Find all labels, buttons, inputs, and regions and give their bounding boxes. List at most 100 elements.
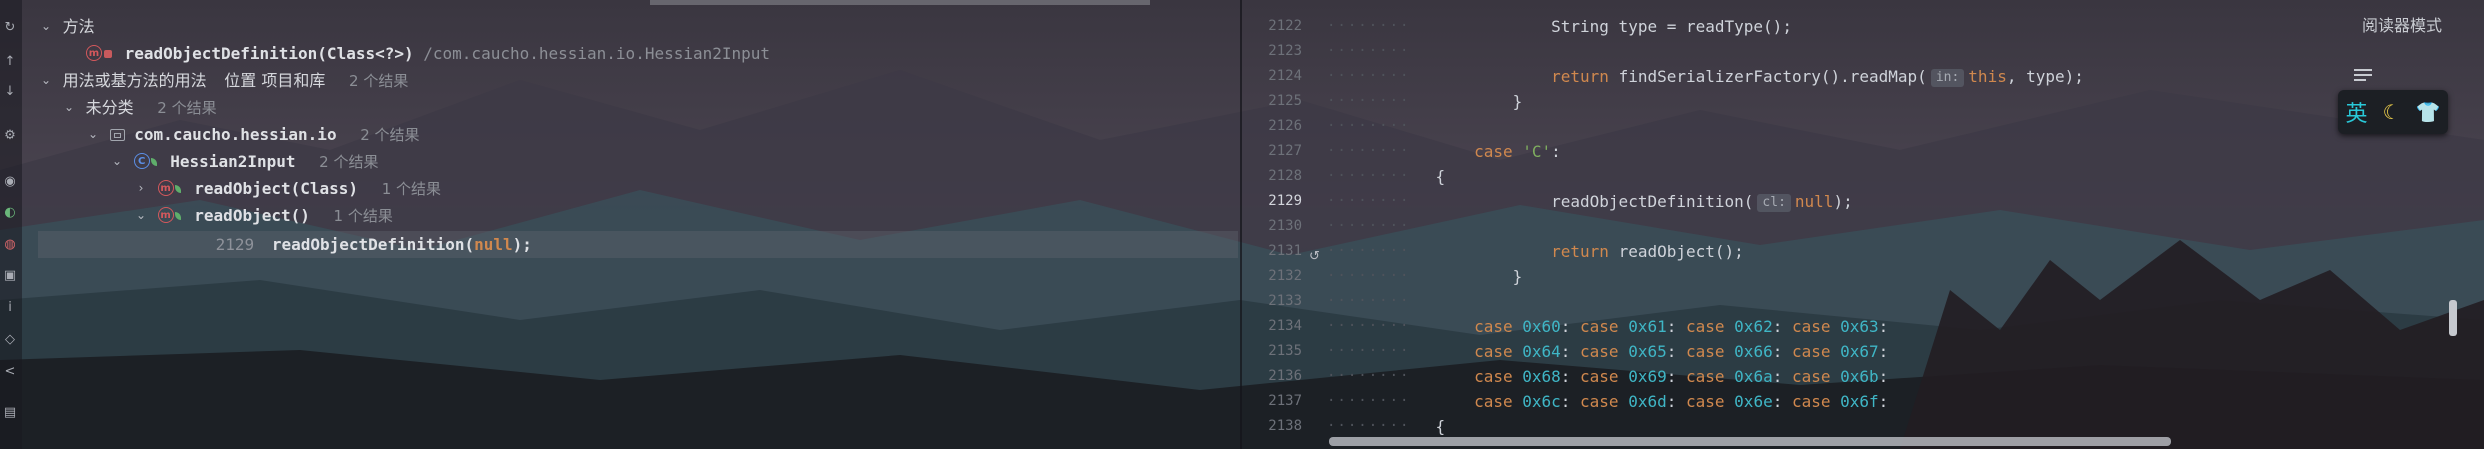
code-text: String type = readType(); [1512,17,1792,36]
chevron-down-icon[interactable]: ⌄ [134,202,148,229]
code-text: return findSerializerFactory().readMap(i… [1512,67,2084,87]
code-line[interactable]: 2134 ········ case 0x60: case 0x61: case … [1242,314,2484,339]
chevron-down-icon[interactable]: ⌄ [39,13,53,40]
line-number: 2134 [1268,318,1302,334]
line-number: 2125 [1268,93,1302,109]
method-icon: m [157,207,174,223]
line-number: 2127 [1268,143,1302,159]
code-line[interactable]: 2131 ········ ↺ return readObject(); [1242,239,2484,264]
expand-icon[interactable]: ◇ [2,332,18,348]
moon-icon[interactable]: ☾ [2383,100,2401,124]
line-number: 2124 [1268,68,1302,84]
method-filter-icon[interactable]: ◍ [2,237,18,253]
code-line[interactable]: 2129 ········ readObjectDefinition(cl: nul… [1242,189,2484,214]
shirt-icon[interactable]: 👕 [2416,100,2441,124]
collapse-icon[interactable]: < [2,364,18,380]
info-icon[interactable]: i [2,300,18,316]
refresh-icon[interactable]: ↻ [2,20,18,36]
line-number: 2123 [1268,43,1302,59]
tree-node-uncategorized[interactable]: ⌄ 未分类 2 个结果 [62,94,217,121]
arrow-down-icon[interactable]: ↓ [2,84,18,100]
ime-language[interactable]: 英 [2346,96,2368,128]
horizontal-scrollbar[interactable] [1329,437,2171,446]
parameter-hint: in: [1930,69,1965,87]
line-number: 2128 [1268,168,1302,184]
class-icon: C [133,153,150,169]
reader-mode-toggle[interactable]: 阅读器模式 [2362,12,2442,36]
line-number: 2130 [1268,218,1302,234]
code-text: case 0x68: case 0x69: case 0x6a: case 0x… [1474,367,1889,386]
code-line[interactable]: 2128 ········ { [1242,164,2484,189]
wrap-icon[interactable] [2354,66,2372,84]
code-text: } [1512,92,1523,111]
code-line[interactable]: 2122 ········ String type = readType(); [1242,14,2484,39]
code-line[interactable]: 2138 ········ { [1242,414,2484,439]
code-line[interactable]: 2132 ········ } [1242,264,2484,289]
lock-icon [104,50,112,58]
chevron-down-icon[interactable]: ⌄ [110,148,124,175]
code-editor[interactable]: 2122 ········ String type = readType(); 21… [1242,0,2484,449]
code-text: return readObject(); [1512,242,1744,261]
code-text: case 0x6c: case 0x6d: case 0x6e: case 0x… [1474,392,1889,411]
line-number: 2129 [1268,193,1302,209]
code-line[interactable]: 2126 ········ [1242,114,2484,139]
code-text: { [1435,417,1446,436]
tree-node-package[interactable]: ⌄ com.caucho.hessian.io 2 个结果 [86,121,420,148]
ime-toolbar[interactable]: 英 ☾ 👕 [2338,90,2448,134]
export-icon[interactable]: ▤ [2,405,18,421]
preview-icon[interactable]: ▣ [2,268,18,284]
chevron-down-icon[interactable]: ⌄ [86,121,100,148]
code-line[interactable]: 2127 ········ case 'C': [1242,139,2484,164]
tree-node-usage-selected[interactable]: 2129 readObjectDefinition(null); [38,231,1238,258]
tree-node-method-readobject-class[interactable]: › m readObject(Class) 1 个结果 [134,175,441,202]
top-scroll-thumb[interactable] [650,0,1150,5]
group-icon[interactable]: ◐ [2,205,18,221]
code-text: } [1512,267,1523,286]
code-text: { [1435,167,1446,186]
code-line[interactable]: 2136 ········ case 0x68: case 0x69: case … [1242,364,2484,389]
line-number: 2136 [1268,368,1302,384]
chevron-down-icon[interactable]: ⌄ [62,94,76,121]
code-line[interactable]: 2123 ········ [1242,39,2484,64]
line-number: 2137 [1268,393,1302,409]
arrow-up-icon[interactable]: ↑ [2,54,18,70]
tool-strip: ↻ ↑ ↓ ⚙ ◉ ◐ ◍ ▣ i ◇ < ▤ [0,0,22,449]
line-number: 2131 [1268,243,1302,259]
vertical-scrollbar[interactable] [2449,300,2457,336]
code-line[interactable]: 2137 ········ case 0x6c: case 0x6d: case … [1242,389,2484,414]
method-icon: m [86,45,102,61]
line-number: 2132 [1268,268,1302,284]
tree-node-class[interactable]: ⌄ C Hessian2Input 2 个结果 [110,148,379,175]
code-line[interactable]: 2125 ········ } [1242,89,2484,114]
line-number: 2135 [1268,343,1302,359]
code-text: case 'C': [1474,142,1561,161]
line-number: 2138 [1268,418,1302,434]
code-line[interactable]: 2130 ········ [1242,214,2484,239]
settings-icon[interactable]: ⚙ [2,128,18,144]
code-line[interactable]: 2133 ········ [1242,289,2484,314]
tree-node-methods[interactable]: ⌄ 方法 [39,13,95,40]
line-number: 2133 [1268,293,1302,309]
public-icon [150,158,157,166]
code-text: readObjectDefinition(cl: null); [1512,192,1853,212]
chevron-down-icon[interactable]: ⌄ [39,67,53,94]
parameter-hint: cl: [1757,194,1791,212]
code-line[interactable]: 2124 ········ return findSerializerFactor… [1242,64,2484,89]
eye-icon[interactable]: ◉ [2,174,18,190]
tree-node-usages[interactable]: ⌄ 用法或基方法的用法 位置 项目和库 2 个结果 [39,67,408,94]
find-usages-tree: ⌄ 方法 m readObjectDefinition(Class<?>) /c… [24,0,1238,449]
tree-node-method-readobject[interactable]: ⌄ m readObject() 1 个结果 [134,202,393,229]
line-number: 2126 [1268,118,1302,134]
code-line[interactable]: 2135 ········ case 0x64: case 0x65: case … [1242,339,2484,364]
code-text: case 0x64: case 0x65: case 0x66: case 0x… [1474,342,1889,361]
chevron-right-icon[interactable]: › [134,175,148,202]
line-number: 2122 [1268,18,1302,34]
package-icon [109,129,125,141]
tree-node-target-method[interactable]: m readObjectDefinition(Class<?>) /com.ca… [86,40,770,67]
public-icon [174,185,181,193]
public-icon [174,212,181,220]
